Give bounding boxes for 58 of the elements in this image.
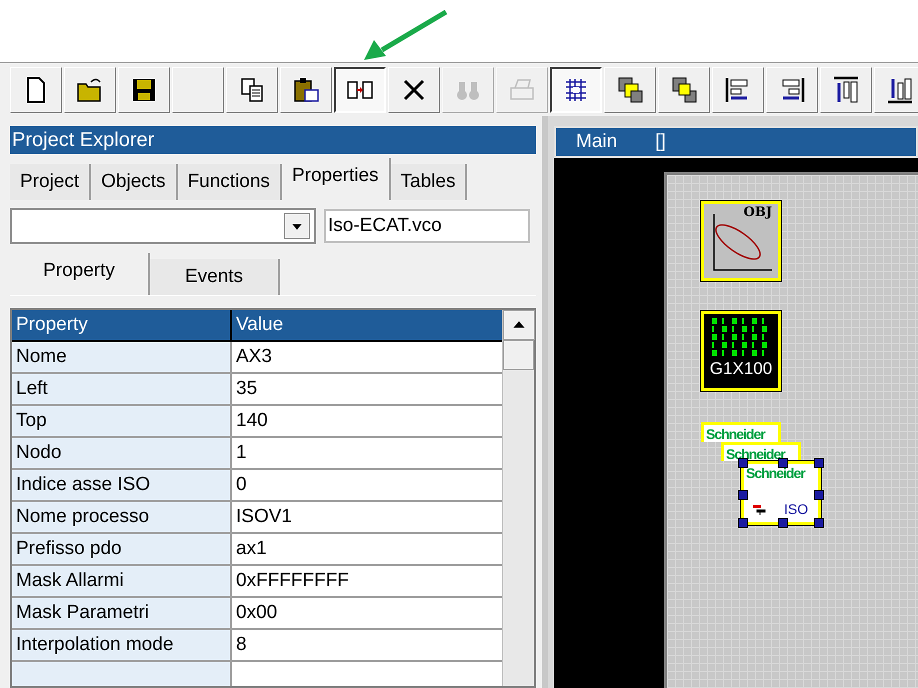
property-value-cell[interactable]: 0x00: [232, 598, 502, 628]
panel-tab[interactable]: Project: [10, 164, 92, 200]
resize-handle[interactable]: [738, 518, 748, 528]
property-value-cell[interactable]: 0xFFFFFFFF: [232, 566, 502, 596]
object-label: Schneider: [746, 466, 805, 480]
resize-handle[interactable]: [738, 490, 748, 500]
design-canvas[interactable]: OBJ G1X100 Schneider Schneider Schneider ISO: [664, 172, 918, 688]
sub-tab[interactable]: Events: [150, 259, 280, 295]
column-header: Value: [235, 313, 284, 337]
property-value-cell[interactable]: 0: [232, 470, 502, 500]
object-label: OBJ: [744, 206, 772, 219]
drive-object[interactable]: Schneider ISO: [741, 461, 821, 525]
plug-icon: [752, 502, 766, 516]
property-value-cell[interactable]: ISOV1: [232, 502, 502, 532]
display-object[interactable]: G1X100: [701, 311, 781, 391]
property-value-cell[interactable]: 1: [232, 438, 502, 468]
panel-tab[interactable]: Tables: [390, 164, 468, 200]
property-name-cell: Nome processo: [12, 502, 232, 532]
object-label: Schneider: [706, 427, 765, 441]
property-value-cell[interactable]: 35: [232, 374, 502, 404]
window-title: Main: [576, 130, 618, 154]
resize-handle[interactable]: [814, 518, 824, 528]
resize-handle[interactable]: [738, 458, 748, 468]
property-value-cell[interactable]: AX3: [232, 342, 502, 372]
toolbar-button[interactable]: [334, 66, 386, 112]
plot-object[interactable]: OBJ: [701, 201, 781, 281]
empty-tool-button[interactable]: [172, 66, 224, 112]
property-value-cell[interactable]: ax1: [232, 534, 502, 564]
vertical-scrollbar[interactable]: [502, 310, 534, 686]
toolbar-button[interactable]: [550, 66, 602, 112]
property-value-cell[interactable]: 140: [232, 406, 502, 436]
property-name-cell: Indice asse ISO: [12, 470, 232, 500]
property-name-cell: Nodo: [12, 438, 232, 468]
resize-handle[interactable]: [814, 490, 824, 500]
property-name-cell: Left: [12, 374, 232, 404]
property-value-cell[interactable]: 8: [232, 630, 502, 660]
panel-title-bar: Project Explorer: [10, 126, 536, 154]
file-name-field[interactable]: Iso-ECAT.vco: [324, 209, 530, 243]
object-label: G1X100: [710, 360, 772, 377]
panel-tab[interactable]: Objects: [91, 164, 178, 200]
resize-handle[interactable]: [778, 518, 788, 528]
resize-handle[interactable]: [814, 458, 824, 468]
property-name-cell: Interpolation mode: [12, 630, 232, 660]
object-label: Schneider: [726, 447, 785, 461]
property-name-cell: Mask Allarmi: [12, 566, 232, 596]
object-dropdown[interactable]: [10, 208, 316, 244]
window-subtitle: []: [655, 130, 666, 154]
property-name-cell: Top: [12, 406, 232, 436]
scroll-up-icon[interactable]: [503, 310, 535, 340]
resize-handle[interactable]: [778, 458, 788, 468]
panel-tab[interactable]: Functions: [178, 164, 282, 200]
object-tag: ISO: [784, 502, 808, 516]
scrollbar-thumb[interactable]: [503, 340, 534, 370]
property-name-cell: Mask Parametri: [12, 598, 232, 628]
column-header: Property: [12, 310, 232, 340]
property-name-cell: Nome: [12, 342, 232, 372]
align-top-icon: [831, 74, 861, 104]
property-name-cell: Prefisso pdo: [12, 534, 232, 564]
